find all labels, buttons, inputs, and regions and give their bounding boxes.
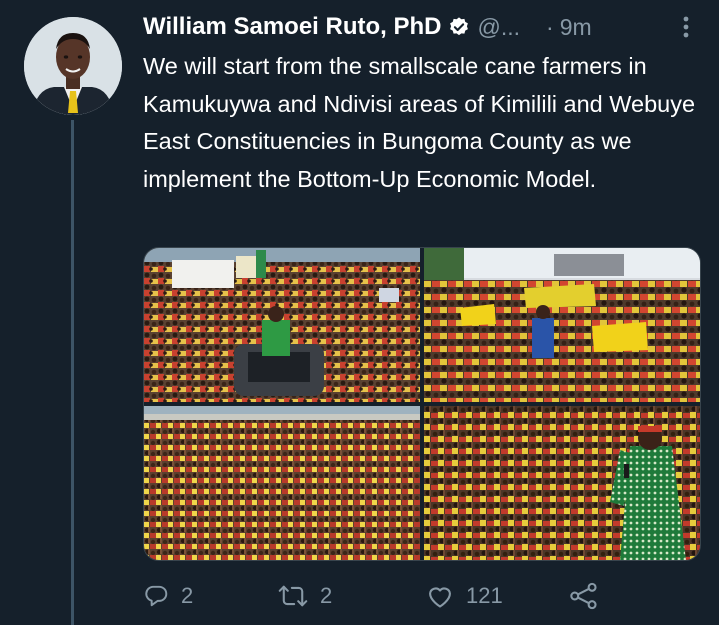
author-name[interactable]: William Samoei Ruto, PhD xyxy=(143,13,442,41)
reply-icon xyxy=(145,585,168,607)
header-separator: · xyxy=(546,13,554,40)
retweet-icon xyxy=(278,585,308,607)
retweet-count: 2 xyxy=(320,583,333,608)
reply-button[interactable]: 2 xyxy=(143,583,278,609)
like-count: 121 xyxy=(466,583,503,608)
share-icon xyxy=(570,582,597,610)
photo-rally-crowd-2[interactable] xyxy=(424,248,700,402)
media-grid xyxy=(143,247,701,561)
photo-rally-speaker[interactable] xyxy=(424,406,700,560)
share-button[interactable] xyxy=(569,582,599,610)
tweet-header: William Samoei Ruto, PhD @... · 9m xyxy=(143,10,701,44)
thread-line xyxy=(71,120,74,625)
verified-badge-icon xyxy=(448,16,470,38)
photo-rally-crowd-1[interactable] xyxy=(144,248,420,402)
reply-count: 2 xyxy=(181,583,194,608)
more-options-icon[interactable] xyxy=(671,12,701,42)
photo-rally-crowd-3[interactable] xyxy=(144,406,420,560)
like-button[interactable]: 121 xyxy=(426,583,569,609)
retweet-button[interactable]: 2 xyxy=(278,583,426,609)
author-handle[interactable]: @... xyxy=(478,14,521,41)
avatar[interactable] xyxy=(24,17,122,115)
avatar-image xyxy=(24,17,122,115)
sign-icon xyxy=(172,260,234,288)
tweet-timestamp[interactable]: 9m xyxy=(560,14,592,41)
tweet-text: We will start from the smallscale cane f… xyxy=(143,53,696,192)
heart-icon xyxy=(429,587,451,608)
tweet-actions: 2 2 121 xyxy=(143,578,613,614)
